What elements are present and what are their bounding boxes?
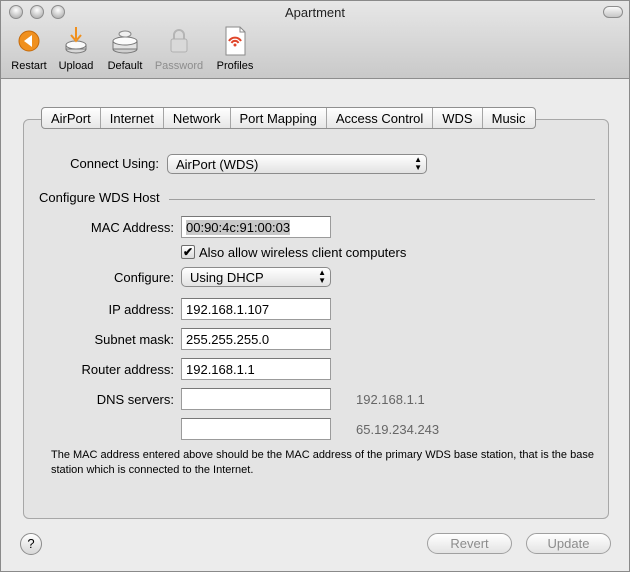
ip-address-label: IP address:: [108, 302, 174, 317]
ip-address-field[interactable]: 192.168.1.107: [181, 298, 331, 320]
restart-icon: [13, 25, 45, 57]
profiles-button[interactable]: Profiles: [213, 25, 257, 72]
restart-button[interactable]: Restart: [7, 25, 51, 72]
app-window: Apartment Restart Upload Default Passwor…: [0, 0, 630, 572]
revert-button[interactable]: Revert: [427, 533, 512, 554]
window-title: Apartment: [285, 5, 345, 20]
profiles-icon: [219, 25, 251, 57]
allow-wireless-label: Also allow wireless client computers: [199, 245, 407, 260]
help-button[interactable]: ?: [20, 533, 42, 555]
tab-bar: AirPort Internet Network Port Mapping Ac…: [41, 107, 536, 129]
dns-primary-hint: 192.168.1.1: [356, 392, 425, 407]
configure-value: Using DHCP: [190, 270, 264, 285]
lock-icon: [163, 25, 195, 57]
toolbar-toggle-button[interactable]: [603, 6, 623, 18]
tab-internet[interactable]: Internet: [101, 108, 164, 128]
tab-airport[interactable]: AirPort: [42, 108, 101, 128]
title-toolbar: Apartment Restart Upload Default Passwor…: [1, 1, 629, 79]
tab-wds[interactable]: WDS: [433, 108, 483, 128]
connect-using-value: AirPort (WDS): [176, 157, 259, 172]
dns-servers-label: DNS servers:: [96, 392, 174, 407]
default-button[interactable]: Default: [103, 25, 147, 72]
tab-music[interactable]: Music: [483, 108, 535, 128]
password-button[interactable]: Password: [153, 25, 205, 72]
dns-primary-field[interactable]: [181, 388, 331, 410]
configure-label: Configure:: [114, 270, 174, 285]
popup-arrows-icon: ▲ ▼: [414, 155, 422, 172]
section-title: Configure WDS Host: [39, 190, 160, 205]
mac-address-value: 00:90:4c:91:00:03: [186, 220, 291, 235]
tab-port-mapping[interactable]: Port Mapping: [231, 108, 327, 128]
allow-wireless-checkbox[interactable]: ✔: [181, 245, 195, 259]
section-divider: [169, 199, 595, 200]
upload-button[interactable]: Upload: [56, 25, 96, 72]
update-button[interactable]: Update: [526, 533, 611, 554]
mac-address-field[interactable]: 00:90:4c:91:00:03: [181, 216, 331, 238]
router-address-label: Router address:: [81, 362, 175, 377]
router-address-field[interactable]: 192.168.1.1: [181, 358, 331, 380]
wds-note-text: The MAC address entered above should be …: [51, 449, 594, 476]
tab-network[interactable]: Network: [164, 108, 231, 128]
tab-access-control[interactable]: Access Control: [327, 108, 434, 128]
dns-secondary-hint: 65.19.234.243: [356, 422, 440, 437]
dns-secondary-field[interactable]: [181, 418, 331, 440]
connect-using-label: Connect Using:: [70, 156, 159, 171]
popup-arrows-icon: ▲ ▼: [318, 268, 326, 285]
mac-address-label: MAC Address:: [90, 220, 174, 235]
connect-using-popup[interactable]: AirPort (WDS) ▲ ▼: [167, 154, 427, 174]
subnet-mask-label: Subnet mask:: [94, 332, 175, 347]
subnet-mask-field[interactable]: 255.255.255.0: [181, 328, 331, 350]
configure-popup[interactable]: Using DHCP ▲ ▼: [181, 267, 331, 287]
upload-icon: [60, 25, 92, 57]
default-icon: [109, 25, 141, 57]
